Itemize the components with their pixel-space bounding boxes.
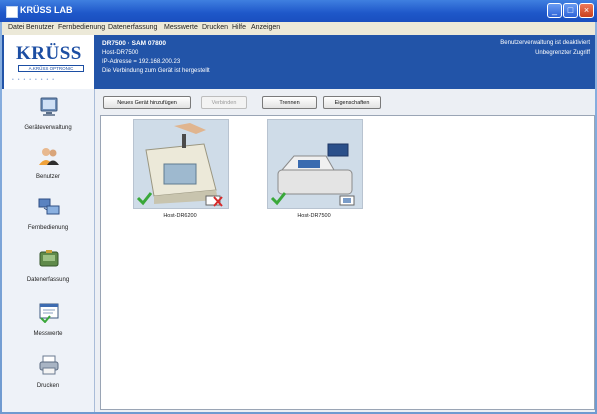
- printer-icon: [39, 355, 59, 375]
- users-icon: [39, 148, 59, 165]
- menu-measurements[interactable]: Messwerte: [164, 24, 198, 31]
- menu-user[interactable]: Benutzer: [26, 24, 54, 31]
- sidebar-item-users[interactable]: Benutzer: [2, 146, 94, 198]
- kruss-logo: KRÜSS A.KRÜSS OPTRONIC ••••••••: [4, 35, 94, 89]
- menu-file[interactable]: Datei: [8, 24, 24, 31]
- menu-bar: Datei Benutzer Fernbedienung Datenerfass…: [2, 22, 595, 36]
- sidebar-label: Datenerfassung: [26, 277, 70, 283]
- sidebar-label: Drucken: [36, 383, 60, 389]
- remote-control-icon: [38, 198, 60, 215]
- device-photo: [268, 120, 362, 208]
- maximize-button[interactable]: □: [563, 3, 578, 18]
- menu-view[interactable]: Anzeigen: [251, 24, 280, 31]
- sidebar-item-measurements[interactable]: Messwerte: [2, 303, 94, 355]
- measurements-icon: [39, 303, 59, 323]
- sidebar-label: Benutzer: [35, 174, 60, 180]
- connect-button[interactable]: Verbinden: [201, 96, 247, 109]
- monitor-icon: [40, 97, 58, 116]
- application-window: KRÜSS LAB _ □ × Datei Benutzer Fernbedie…: [0, 0, 597, 414]
- ip-address: IP-Adresse = 192.168.200.23: [102, 59, 181, 65]
- host-name: Host-DR7500: [102, 50, 139, 56]
- add-device-button[interactable]: Neues Gerät hinzufügen: [103, 96, 191, 109]
- data-collection-icon: [39, 250, 59, 267]
- properties-button[interactable]: Eigenschaften: [323, 96, 381, 109]
- window-title: KRÜSS LAB: [20, 5, 73, 15]
- device-list: Host-DR6200 Host-DR7500: [100, 115, 595, 410]
- sidebar-label: Fernbedienung: [27, 225, 69, 231]
- device-model: DR7500 · SAM 07800: [102, 40, 166, 47]
- sidebar-item-data-collection[interactable]: Datenerfassung: [2, 249, 94, 301]
- device-card[interactable]: [133, 119, 229, 209]
- title-bar[interactable]: KRÜSS LAB _ □ ×: [0, 0, 597, 22]
- menu-print[interactable]: Drucken: [202, 24, 228, 31]
- user-management-status: Benutzerverwaltung ist deaktiviert: [500, 40, 590, 46]
- device-photo: [134, 120, 228, 208]
- device-card[interactable]: [267, 119, 363, 209]
- close-button[interactable]: ×: [579, 3, 594, 18]
- access-status: Unbegrenzter Zugriff: [535, 50, 590, 56]
- device-label: Host-DR7500: [297, 213, 331, 219]
- menu-help[interactable]: Hilfe: [232, 24, 246, 31]
- sidebar-label: Messwerte: [33, 331, 63, 337]
- disconnect-button[interactable]: Trennen: [262, 96, 317, 109]
- menu-data-collection[interactable]: Datenerfassung: [108, 24, 157, 31]
- logo-subtitle: A.KRÜSS OPTRONIC: [18, 65, 84, 72]
- connection-status: Die Verbindung zum Gerät ist hergestellt: [102, 68, 210, 74]
- sidebar-label: Geräteverwaltung: [24, 125, 72, 131]
- logo-brand: KRÜSS: [16, 43, 82, 64]
- sidebar-item-print[interactable]: Drucken: [2, 355, 94, 407]
- main-area: Neues Gerät hinzufügen Verbinden Trennen…: [95, 89, 595, 412]
- info-header: KRÜSS A.KRÜSS OPTRONIC •••••••• DR7500 ·…: [2, 35, 595, 89]
- device-label: Host-DR6200: [163, 213, 197, 219]
- minimize-button[interactable]: _: [547, 3, 562, 18]
- logo-decoration: ••••••••: [12, 77, 59, 83]
- sidebar: Geräteverwaltung Benutzer Fernbedienung: [2, 89, 95, 412]
- sidebar-item-remote-control[interactable]: Fernbedienung: [2, 197, 94, 249]
- menu-remote[interactable]: Fernbedienung: [58, 24, 105, 31]
- app-icon: [6, 6, 18, 18]
- sidebar-item-device-management[interactable]: Geräteverwaltung: [2, 97, 94, 149]
